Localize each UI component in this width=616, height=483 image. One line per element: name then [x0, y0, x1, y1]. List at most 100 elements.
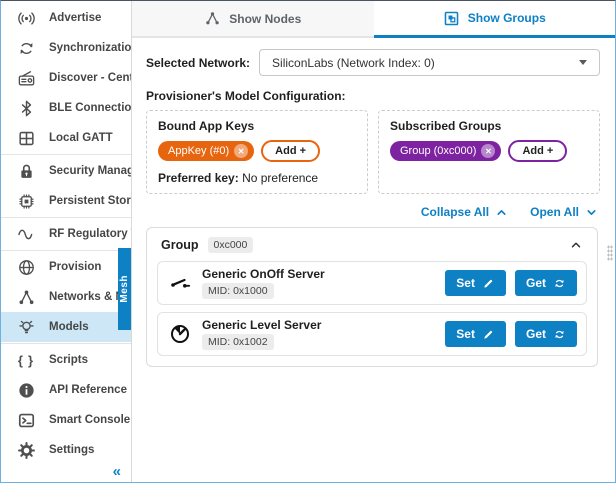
app-window: Advertise Synchronization	[0, 0, 616, 483]
tab-bar: Show Nodes Show Groups	[132, 1, 615, 38]
sidebar-item-local-gatt[interactable]: Local GATT	[1, 123, 131, 153]
chip-icon	[16, 191, 37, 212]
sidebar-item-api-reference[interactable]: API Reference	[1, 375, 131, 405]
remove-icon[interactable]: ✕	[481, 144, 495, 158]
refresh-icon	[553, 328, 566, 341]
tab-show-groups[interactable]: Show Groups	[374, 1, 616, 38]
network-select[interactable]: SiliconLabs (Network Index: 0)	[259, 49, 600, 76]
model-config-boxes: Bound App Keys AppKey (#0) ✕ Add + Prefe…	[146, 110, 600, 194]
group-card: Group 0xc000	[146, 227, 598, 367]
chevron-down-icon	[585, 206, 598, 219]
sidebar-item-label: RF Regulatory Test	[49, 228, 131, 240]
preferred-key-line: Preferred key: No preference	[158, 171, 356, 185]
model-mid-badge: MID: 0x1000	[202, 283, 274, 299]
sidebar-divider	[1, 154, 131, 155]
sidebar-item-ble-connections[interactable]: BLE Connections	[1, 93, 131, 123]
sidebar-footer: «	[1, 460, 131, 482]
chevron-up-icon[interactable]	[569, 238, 583, 252]
gauge-icon	[167, 322, 193, 346]
tab-label: Show Nodes	[229, 12, 301, 26]
sidebar-item-security-manager[interactable]: Security Manager	[1, 156, 131, 186]
add-appkey-button[interactable]: Add +	[261, 140, 320, 162]
grid-table-icon	[16, 128, 37, 149]
sidebar-item-label: Settings	[49, 444, 94, 456]
main-panel: Show Nodes Show Groups Selected Network:…	[132, 1, 615, 482]
collapse-all-button[interactable]: Collapse All	[421, 205, 508, 219]
network-select-value: SiliconLabs (Network Index: 0)	[272, 56, 579, 70]
appkey-chip[interactable]: AppKey (#0) ✕	[158, 141, 254, 161]
sidebar-item-synchronization[interactable]: Synchronization	[1, 33, 131, 63]
sidebar: Advertise Synchronization	[1, 1, 132, 482]
get-button[interactable]: Get	[515, 270, 577, 296]
network-nodes-icon	[16, 287, 37, 308]
sidebar-item-label: Smart Console	[49, 414, 130, 426]
sidebar-item-rf-regulatory-test[interactable]: RF Regulatory Test	[1, 219, 131, 249]
broadcast-icon	[16, 8, 37, 29]
model-row-generic-level: Generic Level Server MID: 0x1002 Set Get	[157, 312, 587, 356]
sidebar-item-label: Security Manager	[49, 165, 131, 177]
lightbulb-icon	[16, 317, 37, 338]
sidebar-item-scripts[interactable]: { } Scripts	[1, 345, 131, 375]
mesh-tab-label: Mesh	[119, 275, 130, 303]
subscribed-groups-title: Subscribed Groups	[390, 119, 588, 133]
model-name: Generic OnOff Server	[202, 267, 325, 281]
group-chip[interactable]: Group (0xc000) ✕	[390, 141, 501, 161]
set-button-label: Set	[456, 276, 475, 290]
tab-label: Show Groups	[468, 11, 546, 25]
group-chip-label: Group (0xc000)	[400, 145, 476, 157]
remove-icon[interactable]: ✕	[234, 144, 248, 158]
switch-icon	[167, 271, 193, 295]
chevron-up-icon	[495, 206, 508, 219]
pencil-icon	[482, 328, 495, 341]
sidebar-item-smart-console[interactable]: Smart Console	[1, 405, 131, 435]
sidebar-item-models[interactable]: Models	[1, 312, 131, 342]
groups-icon	[443, 10, 460, 27]
sidebar-item-settings[interactable]: Settings	[1, 435, 131, 460]
sidebar-collapse-button[interactable]: «	[113, 464, 121, 479]
model-name: Generic Level Server	[202, 318, 321, 332]
preferred-key-label: Preferred key:	[158, 171, 239, 185]
sidebar-item-persistent-storage[interactable]: Persistent Storage	[1, 186, 131, 216]
appkey-chip-label: AppKey (#0)	[168, 145, 229, 157]
refresh-icon	[553, 277, 566, 290]
chevron-down-icon	[579, 60, 587, 65]
group-address-badge: 0xc000	[208, 237, 254, 253]
terminal-icon	[16, 410, 37, 431]
pencil-icon	[482, 277, 495, 290]
get-button[interactable]: Get	[515, 321, 577, 347]
group-title: Group	[161, 238, 199, 252]
sidebar-divider	[1, 343, 131, 344]
get-button-label: Get	[526, 276, 546, 290]
set-button[interactable]: Set	[445, 321, 506, 347]
sidebar-item-label: Local GATT	[49, 132, 113, 144]
add-group-button[interactable]: Add +	[508, 140, 567, 162]
sidebar-item-label: Persistent Storage	[49, 195, 131, 207]
open-all-label: Open All	[530, 205, 579, 219]
set-button[interactable]: Set	[445, 270, 506, 296]
selected-network-row: Selected Network: SiliconLabs (Network I…	[146, 49, 600, 76]
globe-icon	[16, 257, 37, 278]
bound-app-keys-title: Bound App Keys	[158, 119, 356, 133]
sidebar-divider	[1, 217, 131, 218]
mesh-vertical-tab[interactable]: Mesh	[118, 248, 131, 330]
nodes-icon	[204, 10, 221, 27]
tab-show-nodes[interactable]: Show Nodes	[132, 1, 374, 38]
set-button-label: Set	[456, 327, 475, 341]
subscribed-groups-box: Subscribed Groups Group (0xc000) ✕ Add +	[378, 110, 600, 194]
sidebar-item-discover-central[interactable]: Discover - Central	[1, 63, 131, 93]
open-all-button[interactable]: Open All	[530, 205, 598, 219]
sidebar-item-label: Discover - Central	[49, 72, 131, 84]
sidebar-item-provision[interactable]: Provision	[1, 252, 131, 282]
sidebar-divider	[1, 250, 131, 251]
collapse-all-label: Collapse All	[421, 205, 489, 219]
info-icon	[16, 380, 37, 401]
resize-handle[interactable]	[607, 245, 613, 261]
sidebar-item-advertise[interactable]: Advertise	[1, 3, 131, 33]
sidebar-item-label: API Reference	[49, 384, 127, 396]
groups-content: Selected Network: SiliconLabs (Network I…	[132, 38, 615, 482]
group-card-header[interactable]: Group 0xc000	[147, 228, 597, 260]
expand-controls: Collapse All Open All	[146, 205, 598, 219]
sidebar-item-label: Synchronization	[49, 42, 131, 54]
preferred-key-value: No preference	[242, 171, 318, 185]
sidebar-item-networks-nodes[interactable]: Networks & Nodes	[1, 282, 131, 312]
